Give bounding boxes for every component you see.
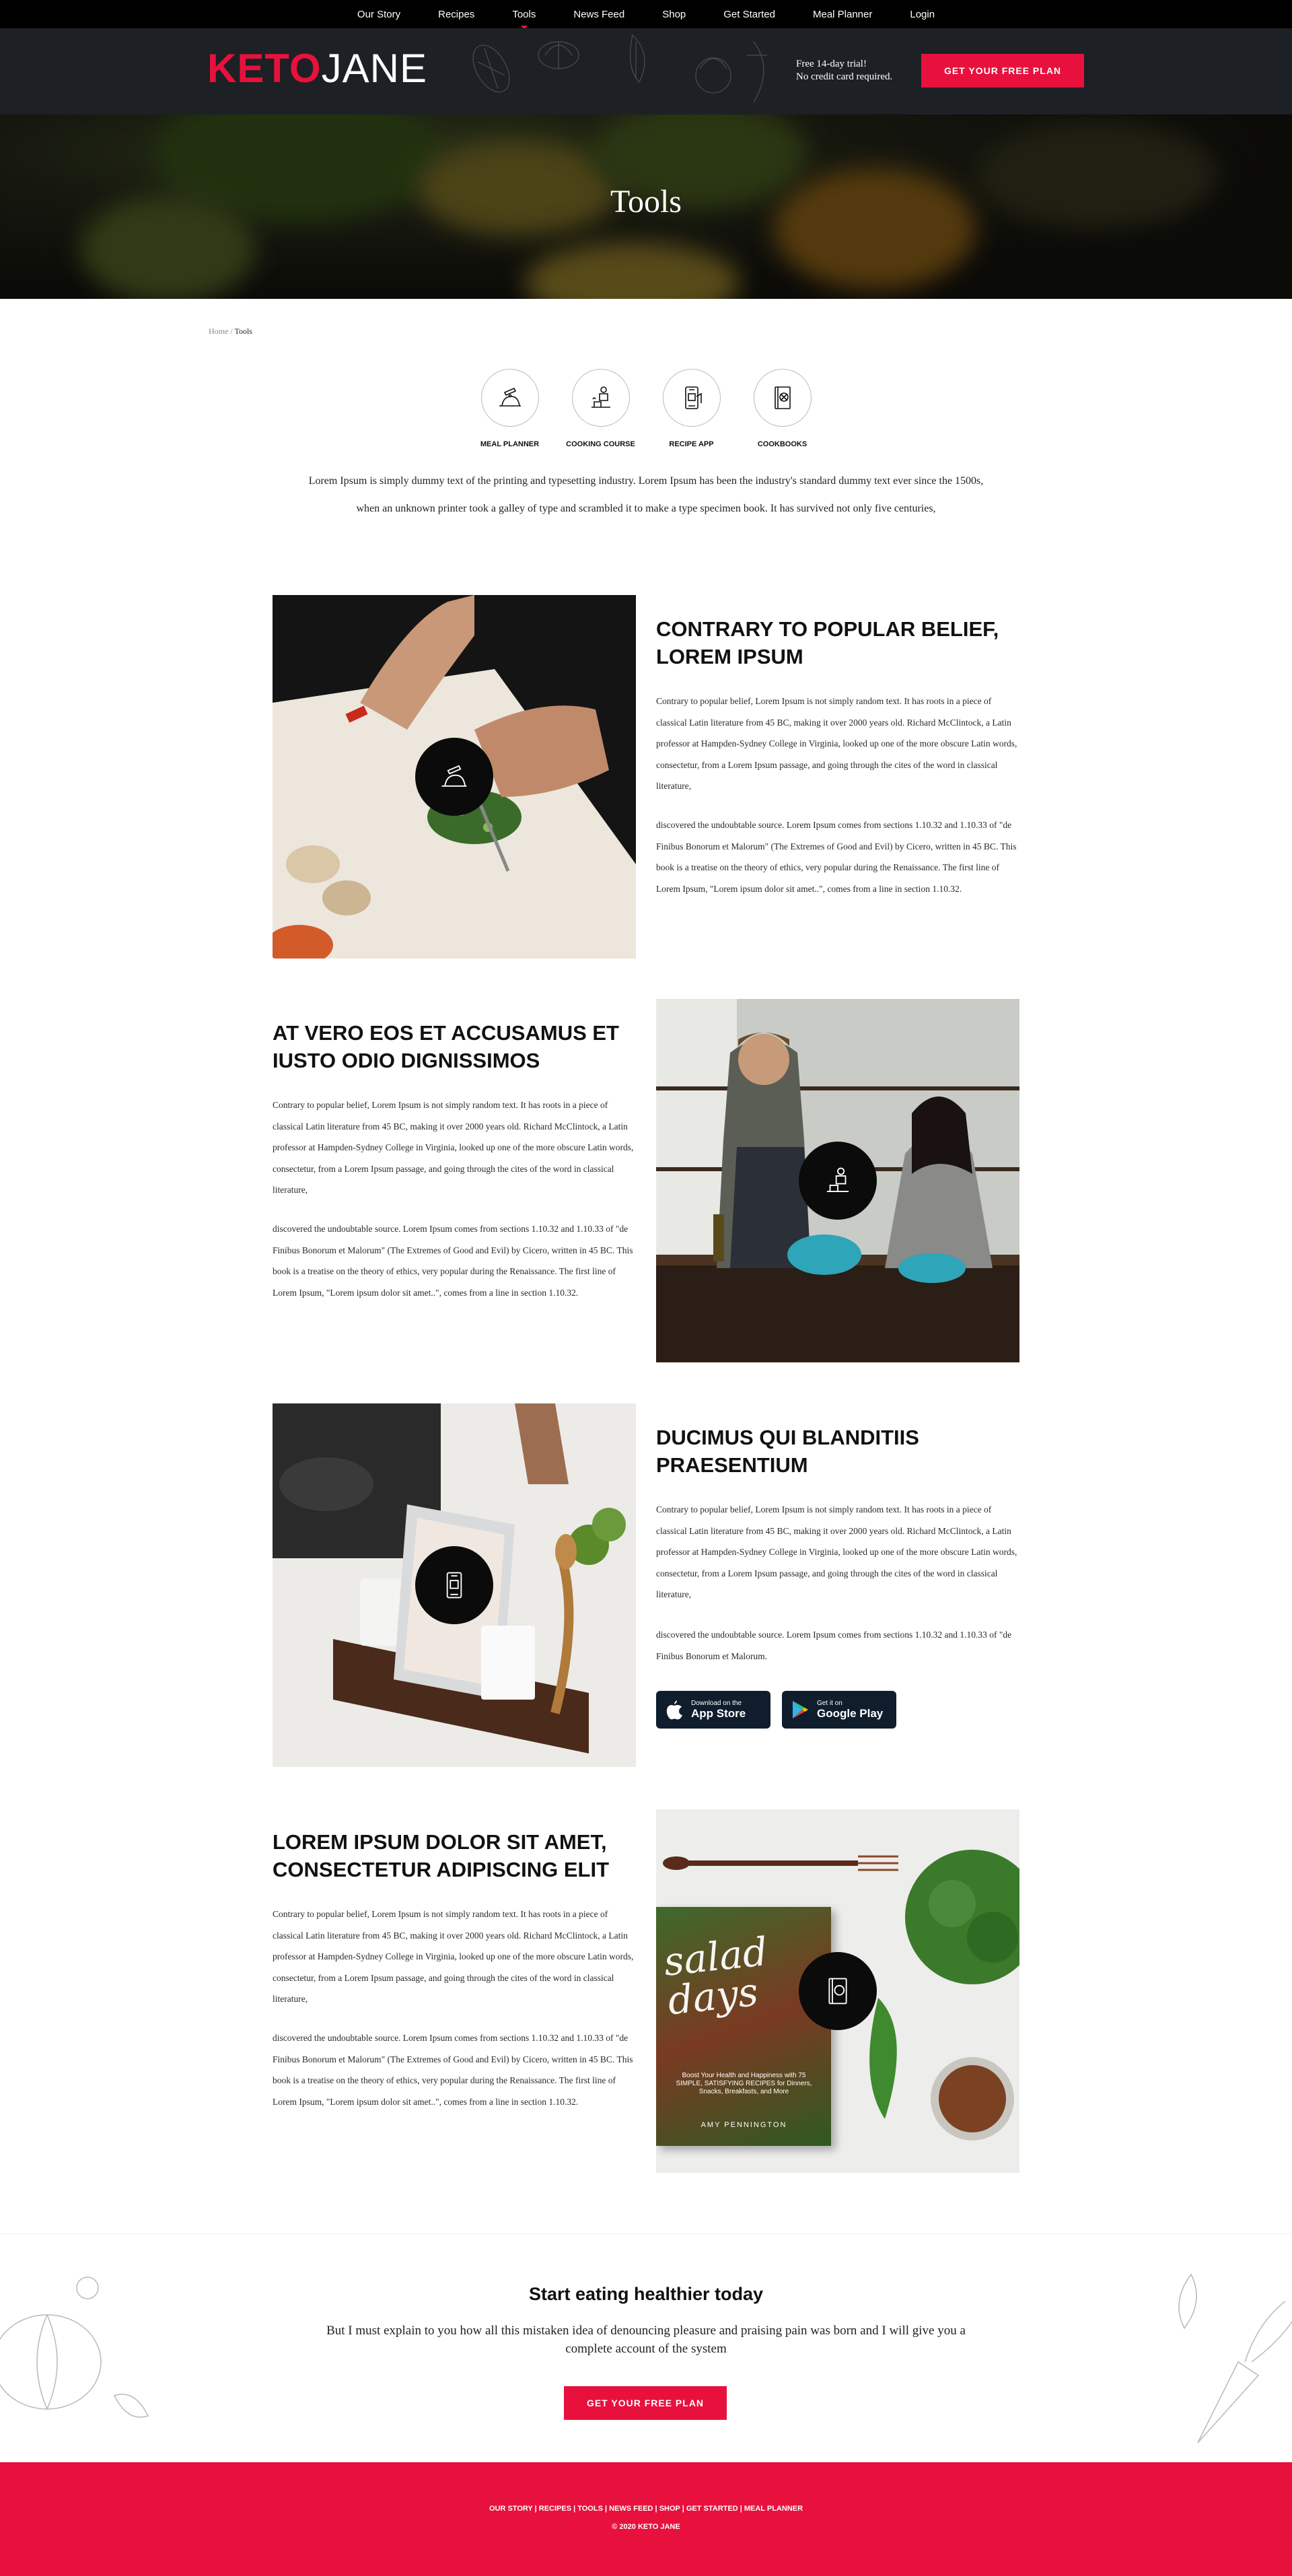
section-2-paragraph-2: discovered the undoubtable source. Lorem… <box>273 1224 633 1298</box>
nav-shop[interactable]: Shop <box>643 9 705 20</box>
section-3-paragraph-2: discovered the undoubtable source. Lorem… <box>656 1630 1012 1661</box>
nav-tools[interactable]: Tools <box>493 9 554 20</box>
section-1-paragraph-2: discovered the undoubtable source. Lorem… <box>656 820 1017 894</box>
tool-cooking-course[interactable]: COOKING COURSE <box>555 369 646 448</box>
meal-planner-icon <box>441 765 467 787</box>
breadcrumb-current: Tools <box>234 326 252 336</box>
trial-line-1: Free 14-day trial! <box>796 59 867 69</box>
section-1-title: CONTRARY TO POPULAR BELIEF, LOREM IPSUM <box>656 617 999 668</box>
cooking-course-icon[interactable] <box>571 369 630 427</box>
salad-days-book: salad days Boost Your Health and Happine… <box>656 1907 831 2146</box>
logo-keto: KETO <box>207 46 322 91</box>
tool-meal-planner[interactable]: MEAL PLANNER <box>464 369 555 448</box>
apple-icon <box>666 1700 682 1720</box>
google-play-big-text: Google Play <box>817 1706 884 1720</box>
section-2-title: AT VERO EOS ET ACCUSAMUS ET IUSTO ODIO D… <box>273 1021 619 1072</box>
meal-planner-photo <box>273 595 636 959</box>
nav-news-feed[interactable]: News Feed <box>554 9 643 20</box>
book-subtitle: Boost Your Health and Happiness with 75 … <box>676 2072 812 2095</box>
tool-label: COOKING COURSE <box>566 440 635 448</box>
section-4-title: LOREM IPSUM DOLOR SIT AMET, CONSECTETUR … <box>273 1830 610 1881</box>
cookbook-icon <box>828 1978 847 2005</box>
cookbook-badge <box>799 1952 877 2030</box>
breadcrumb-home[interactable]: Home <box>209 326 228 336</box>
section-1-paragraph-1: Contrary to popular belief, Lorem Ipsum … <box>656 696 1017 791</box>
recipe-app-icon[interactable] <box>662 369 721 427</box>
breadcrumb: Home / Tools <box>209 326 252 337</box>
section-3-title: DUCIMUS QUI BLANDITIIS PRAESENTIUM <box>656 1426 919 1477</box>
tool-label: RECIPE APP <box>669 440 714 448</box>
app-store-big-text: App Store <box>691 1706 746 1720</box>
cta-section: Start eating healthier today But I must … <box>0 2233 1292 2462</box>
cookbook-photo: salad days Boost Your Health and Happine… <box>656 1809 1019 2173</box>
google-play-icon <box>793 1701 808 1718</box>
nav-meal-planner[interactable]: Meal Planner <box>794 9 891 20</box>
site-header: KETOJANE Free 14-day trial! No credit ca… <box>0 28 1292 114</box>
cta-title: Start eating healthier today <box>528 2284 764 2304</box>
cooking-course-photo <box>656 999 1019 1362</box>
header-get-plan-button[interactable]: GET YOUR FREE PLAN <box>921 54 1084 88</box>
recipe-app-photo <box>273 1403 636 1767</box>
vegetable-sketch-decoration <box>472 34 767 103</box>
google-play-button[interactable]: Get it on Google Play <box>782 1691 896 1729</box>
section-4-paragraph-2: discovered the undoubtable source. Lorem… <box>273 2033 633 2107</box>
cooking-course-icon <box>826 1167 849 1193</box>
logo-jane: JANE <box>321 46 427 91</box>
book-author: AMY PENNINGTON <box>701 2121 787 2129</box>
hero-banner: Tools <box>0 114 1292 299</box>
recipe-app-icon <box>446 1572 462 1599</box>
cooking-course-badge <box>799 1142 877 1220</box>
footer-copyright: © 2020 KETO JANE <box>612 2523 680 2531</box>
tool-label: MEAL PLANNER <box>480 440 540 448</box>
app-store-button[interactable]: Download on the App Store <box>656 1691 770 1729</box>
cookbook-icon[interactable] <box>753 369 812 427</box>
site-footer: OUR STORY | RECIPES | TOOLS | NEWS FEED … <box>0 2462 1292 2576</box>
breadcrumb-separator: / <box>230 326 233 336</box>
hero-title: Tools <box>610 184 682 219</box>
nav-get-started[interactable]: Get Started <box>705 9 794 20</box>
meal-planner-badge <box>415 738 493 816</box>
tools-icon-row: MEAL PLANNER COOKING COURSE RECIPE APP C… <box>464 369 828 448</box>
trial-line-2: No credit card required. <box>796 71 893 82</box>
tool-cookbooks[interactable]: COOKBOOKS <box>737 369 828 448</box>
app-store-small-text: Download on the <box>691 1699 742 1707</box>
nav-recipes[interactable]: Recipes <box>419 9 493 20</box>
footer-links[interactable]: OUR STORY | RECIPES | TOOLS | NEWS FEED … <box>0 2505 1292 2513</box>
intro-paragraph: Lorem Ipsum is simply dummy text of the … <box>308 475 984 514</box>
cta-text: But I must explain to you how all this m… <box>326 2324 966 2356</box>
cta-get-plan-button[interactable]: GET YOUR FREE PLAN <box>564 2386 727 2420</box>
recipe-app-badge <box>415 1546 493 1624</box>
meal-planner-icon[interactable] <box>480 369 539 427</box>
top-navigation: Our Story Recipes Tools News Feed Shop G… <box>0 0 1292 28</box>
site-logo[interactable]: KETOJANE <box>207 48 427 89</box>
section-2-paragraph-1: Contrary to popular belief, Lorem Ipsum … <box>273 1100 634 1195</box>
tool-label: COOKBOOKS <box>757 440 808 448</box>
nav-our-story[interactable]: Our Story <box>338 9 419 20</box>
section-4-paragraph-1: Contrary to popular belief, Lorem Ipsum … <box>273 1909 634 2004</box>
tool-recipe-app[interactable]: RECIPE APP <box>646 369 737 448</box>
free-trial-text: Free 14-day trial! No credit card requir… <box>796 58 892 83</box>
nav-login[interactable]: Login <box>891 9 954 20</box>
google-play-small-text: Get it on <box>817 1699 842 1707</box>
section-3-paragraph-1: Contrary to popular belief, Lorem Ipsum … <box>656 1504 1017 1599</box>
